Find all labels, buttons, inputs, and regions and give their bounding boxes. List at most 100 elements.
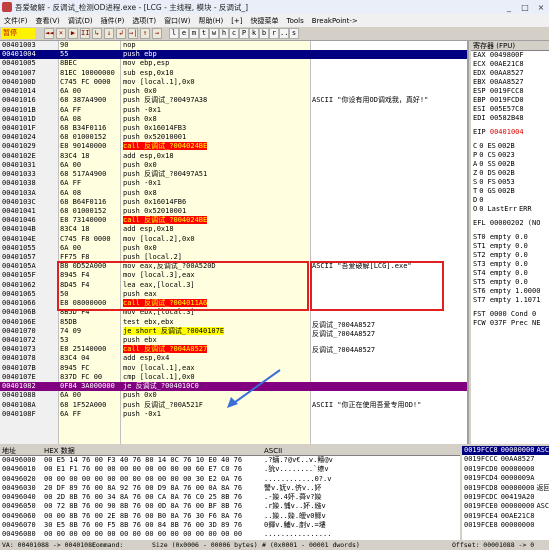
registers-pane[interactable]: 寄存器 (FPU) EAX 0049800F ECX 00AE21C8 EDX 00… bbox=[471, 41, 549, 444]
restart-button[interactable]: ◄◄ bbox=[44, 28, 54, 39]
trace-into-button[interactable]: ↲ bbox=[116, 28, 126, 39]
disasm-row[interactable]: 0040101B 6A FF push -0x1 bbox=[0, 106, 467, 115]
dump-row[interactable]: 00496010 00 E1 F1 76 00 00 00 00 00 00 00… bbox=[0, 465, 460, 474]
tb-modules[interactable]: e bbox=[179, 28, 189, 39]
menu-debug[interactable]: 调试(D) bbox=[64, 16, 97, 26]
disasm-row[interactable]: 00401005 8BEC mov ebp,esp bbox=[0, 59, 467, 68]
step-over-button[interactable]: ↓ bbox=[104, 28, 114, 39]
disasm-row[interactable]: 00401033 68 517A4900 push 反调试_?00497A51 bbox=[0, 170, 467, 179]
disasm-row[interactable]: 00401055 6A 00 push 0x0 bbox=[0, 244, 467, 253]
menu-quick[interactable]: 快捷菜单 bbox=[247, 16, 283, 26]
menu-plugins[interactable]: 插件(P) bbox=[97, 16, 129, 26]
disasm-row[interactable]: 0040101D 6A 08 push 0x8 bbox=[0, 115, 467, 124]
disasm-row[interactable]: 0040102E 83C4 18 add esp,0x18 bbox=[0, 152, 467, 161]
disasm-row[interactable]: 00401038 6A FF push -0x1 bbox=[0, 179, 467, 188]
menu-file[interactable]: 文件(F) bbox=[0, 16, 32, 26]
tb-run-trace[interactable]: ... bbox=[279, 28, 293, 39]
disasm-row[interactable]: 0040103C 68 B64F0116 push 0x16014FB6 bbox=[0, 198, 467, 207]
disasm-row[interactable]: 0040101F 68 B34F0116 push 0x16014FB3 bbox=[0, 124, 467, 133]
stack-row[interactable]: 0019FCDC 00419A20 bbox=[462, 493, 549, 502]
disasm-row[interactable]: 00401014 6A 00 push 0x0 bbox=[0, 87, 467, 96]
maximize-button[interactable]: □ bbox=[517, 1, 533, 14]
register-edx[interactable]: EDX 00AA8527 bbox=[471, 69, 549, 78]
menu-options[interactable]: 选项(T) bbox=[128, 16, 160, 26]
register-eax[interactable]: EAX 0049800F bbox=[471, 51, 549, 60]
tb-source[interactable]: s bbox=[289, 28, 299, 39]
trace-over-button[interactable]: →| bbox=[128, 28, 138, 39]
goto-button[interactable]: → bbox=[152, 28, 162, 39]
tb-memory[interactable]: m bbox=[189, 28, 199, 39]
disasm-row[interactable]: 0040104B 83C4 18 add esp,0x18 bbox=[0, 225, 467, 234]
register-edi[interactable]: EDI 00582B48 bbox=[471, 114, 549, 123]
menu-plus[interactable]: [+] bbox=[227, 17, 246, 25]
stack-pane[interactable]: 0019FCC8 00000000 ASC 0019FCCC 00AA8527 0019F… bbox=[462, 446, 549, 540]
dump-row[interactable]: 00496060 00 00 8B 76 00 2E 8B 76 00 B0 8A… bbox=[0, 512, 460, 521]
tb-handles[interactable]: h bbox=[219, 28, 229, 39]
flag-row[interactable]: A 0 SS 002B bbox=[471, 160, 549, 169]
register-ebp[interactable]: EBP 0019FCD0 bbox=[471, 96, 549, 105]
disasm-row[interactable]: 00401078 83C4 04 add esp,0x4 bbox=[0, 354, 467, 363]
pause-button[interactable]: II bbox=[80, 28, 90, 39]
flag-row[interactable]: Z 0 DS 002B bbox=[471, 169, 549, 178]
register-ecx[interactable]: ECX 00AE21C8 bbox=[471, 60, 549, 69]
fpu-register[interactable]: ST2 empty 0.0 bbox=[471, 251, 549, 260]
fpu-register[interactable]: ST3 empty 0.0 bbox=[471, 260, 549, 269]
tb-callstack[interactable]: k bbox=[249, 28, 259, 39]
menu-tools[interactable]: Tools bbox=[283, 17, 308, 25]
execute-till-return-button[interactable]: ↑ bbox=[140, 28, 150, 39]
menu-view[interactable]: 查看(V) bbox=[32, 16, 64, 26]
dump-row[interactable]: 00496050 00 72 8B 76 00 90 8B 76 00 0D 8A… bbox=[0, 502, 460, 511]
minimize-button[interactable]: _ bbox=[501, 1, 517, 14]
flag-row[interactable]: D0 bbox=[471, 196, 549, 205]
disasm-row[interactable]: 00401003 90 nop bbox=[0, 41, 467, 50]
disasm-row[interactable]: 0040103A 6A 08 push 0x8 bbox=[0, 189, 467, 198]
stack-row[interactable]: 0019FCC8 00000000 ASC bbox=[462, 446, 549, 456]
disasm-row[interactable]: 0040104E C745 F8 0000 mov [local.2],0x0 bbox=[0, 235, 467, 244]
fpu-register[interactable]: ST1 empty 0.0 bbox=[471, 242, 549, 251]
disasm-row[interactable]: 00401024 68 01000152 push 0x52010001 bbox=[0, 133, 467, 142]
register-efl[interactable]: EFL 00000202 (NO bbox=[471, 219, 549, 228]
stack-row[interactable]: 0019FCD0 00000000 bbox=[462, 465, 549, 474]
register-esp[interactable]: ESP 0019FCC8 bbox=[471, 87, 549, 96]
stack-row[interactable]: 0019FCE4 00AE21C8 bbox=[462, 512, 549, 521]
close-button[interactable]: × bbox=[533, 1, 549, 14]
step-into-button[interactable]: ↳ bbox=[92, 28, 102, 39]
stack-row[interactable]: 0019FCCC 00AA8527 bbox=[462, 455, 549, 464]
disasm-row[interactable]: 00401004 55 push ebp bbox=[0, 50, 467, 60]
disasm-row[interactable]: 00401046 E8 73140000 call 反调试_?004024BE bbox=[0, 216, 467, 225]
disasm-row[interactable]: 0040100D C745 FC 0000 mov [local.1],0x0 bbox=[0, 78, 467, 87]
run-button[interactable]: ▶ bbox=[68, 28, 78, 39]
cpu-disassembly-pane[interactable]: 00401003 90 nop 00401004 55 push ebp 00401005 8… bbox=[0, 41, 469, 444]
tb-windows[interactable]: w bbox=[209, 28, 219, 39]
dump-row[interactable]: 00496020 00 00 00 00 00 00 00 00 00 00 00… bbox=[0, 475, 460, 484]
memory-dump-pane[interactable]: 地址 HEX 数据 ASCII 00496000 00 E5 14 76 00 F… bbox=[0, 446, 460, 540]
dump-row[interactable]: 00496030 20 DF 89 76 00 8A 92 76 00 D9 8A… bbox=[0, 484, 460, 493]
flag-row[interactable]: O 0 LastErr ERR bbox=[471, 205, 549, 214]
tb-cpu[interactable]: c bbox=[229, 28, 239, 39]
stack-row[interactable]: 0019FCD4 0000009A bbox=[462, 474, 549, 483]
tb-log[interactable]: l bbox=[169, 28, 179, 39]
disasm-row[interactable]: 00401016 68 387A4900 push 反调试_?00497A38 ASC… bbox=[0, 96, 467, 105]
menu-window[interactable]: 窗口(W) bbox=[160, 16, 194, 26]
dump-row[interactable]: 00496070 30 E5 8B 76 00 F5 8B 76 00 84 8B… bbox=[0, 521, 460, 530]
flag-row[interactable]: C 0 ES 002B bbox=[471, 142, 549, 151]
disasm-row[interactable]: 0040108F 6A FF push -0x1 bbox=[0, 410, 467, 419]
stack-row[interactable]: 0019FCE8 00000000 bbox=[462, 521, 549, 530]
register-ebx[interactable]: EBX 00AA8527 bbox=[471, 78, 549, 87]
stack-row[interactable]: 0019FCD8 00000000 返回 bbox=[462, 484, 549, 493]
disasm-row[interactable]: 00401031 6A 00 push 0x0 bbox=[0, 161, 467, 170]
dump-row[interactable]: 00496080 00 00 00 00 00 00 00 00 00 00 00… bbox=[0, 530, 460, 539]
close-debug-button[interactable]: × bbox=[56, 28, 66, 39]
tb-references[interactable]: r bbox=[269, 28, 279, 39]
fpu-register[interactable]: ST4 empty 0.0 bbox=[471, 269, 549, 278]
tb-patches[interactable]: P bbox=[239, 28, 249, 39]
flag-row[interactable]: T 0 GS 002B bbox=[471, 187, 549, 196]
menu-breakpoint[interactable]: BreakPoint-> bbox=[308, 17, 362, 25]
dump-row[interactable]: 00496000 00 E5 14 76 00 F3 40 76 80 14 0C… bbox=[0, 456, 460, 465]
dump-row[interactable]: 00496040 00 2D 8B 76 00 34 8A 76 00 CA 8A… bbox=[0, 493, 460, 502]
disasm-row[interactable]: 00401007 81EC 10000000 sub esp,0x10 bbox=[0, 69, 467, 78]
menu-help[interactable]: 帮助(H) bbox=[194, 16, 227, 26]
tb-threads[interactable]: t bbox=[199, 28, 209, 39]
disasm-row[interactable]: 00401029 E8 90140000 call 反调试_?004024BE bbox=[0, 142, 467, 151]
stack-row[interactable]: 0019FCE0 00000000 ASC bbox=[462, 502, 549, 511]
